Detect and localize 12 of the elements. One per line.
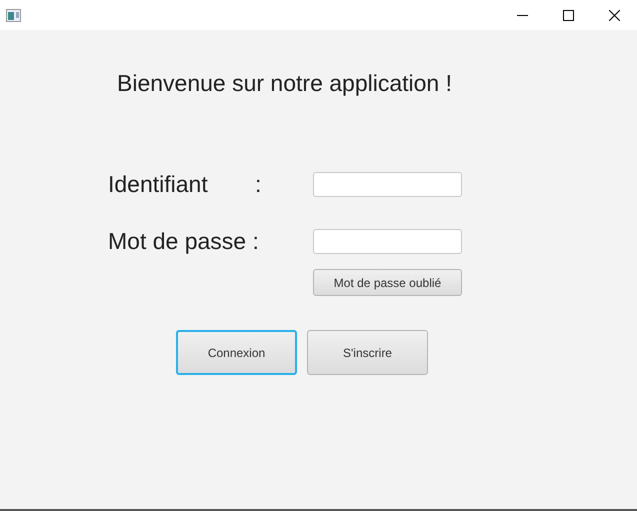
app-icon [6,8,21,22]
forgot-password-button[interactable]: Mot de passe oublié [313,269,462,296]
input-field[interactable] [313,229,462,254]
maximize-icon[interactable] [562,10,574,20]
action-button[interactable]: S'inscrire [307,330,428,375]
close-icon[interactable] [608,10,620,20]
field-label: Mot de passe : [108,227,259,255]
action-button[interactable]: Connexion [176,330,297,375]
label-colon: : [255,170,262,198]
field-label: Identifiant [108,170,208,198]
input-field[interactable] [313,172,462,197]
welcome-heading: Bienvenue sur notre application ! [117,69,452,98]
